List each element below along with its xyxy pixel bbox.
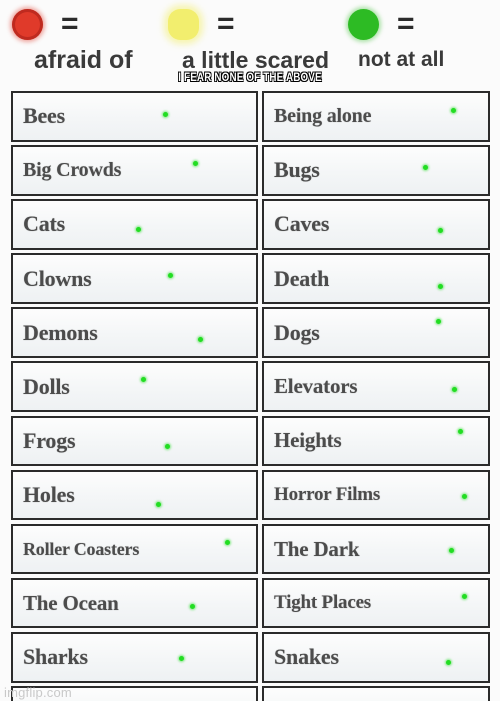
fear-label: Cats — [23, 211, 65, 237]
fear-row[interactable]: Horror Films — [262, 469, 490, 521]
answer-dot-green — [452, 387, 457, 393]
answer-dot-green — [136, 227, 141, 233]
fear-row[interactable]: The Ocean — [11, 577, 258, 629]
green-circle-icon — [348, 8, 379, 40]
fear-label: Elevators — [274, 374, 358, 399]
fear-label: Sharks — [23, 644, 88, 670]
answer-dot-green — [438, 228, 443, 234]
answer-dot-green — [423, 165, 428, 171]
fear-row[interactable]: Heights — [262, 415, 490, 467]
fear-label: Being alone — [274, 104, 372, 127]
answer-dot-green — [438, 284, 443, 290]
fear-label: Heights — [274, 428, 342, 453]
answer-dot-green — [190, 603, 195, 609]
fear-column-right: Being alone Bugs Caves Death Dogs Elevators He… — [262, 91, 490, 701]
answer-dot-green — [451, 108, 456, 113]
fear-label: The Dark — [274, 536, 360, 561]
fear-row[interactable]: Demons — [11, 307, 258, 358]
legend-item-a-little-scared: = a little scared — [160, 0, 340, 73]
fear-row[interactable]: Cats — [11, 199, 258, 250]
fear-row[interactable]: Holes — [11, 469, 258, 521]
meme-image: = afraid of = a little scared = not at a… — [0, 0, 500, 701]
fear-row[interactable]: The Dark — [262, 523, 490, 575]
answer-dot-green — [156, 501, 161, 507]
equals-sign: = — [217, 7, 235, 40]
answer-dot-green — [198, 337, 203, 343]
fear-row[interactable]: Roller Coasters — [11, 523, 258, 575]
fear-row[interactable]: Tight Places — [262, 577, 490, 629]
fear-label: Tight Places — [274, 592, 371, 614]
fear-label: Frogs — [23, 427, 76, 453]
legend-row: = — [4, 0, 174, 48]
legend-item-not-at-all: = not at all — [340, 0, 500, 71]
fear-column-left: Bees Big Crowds Cats Clowns Demons Dolls Frogs… — [11, 91, 258, 701]
answer-dot-green — [436, 319, 441, 325]
imgflip-watermark: imgflip.com — [4, 685, 72, 700]
answer-dot-green — [462, 493, 467, 499]
fear-label: Bees — [23, 103, 65, 129]
fear-label: Death — [274, 265, 330, 291]
fear-label: Clowns — [23, 265, 92, 291]
fear-row[interactable]: Stuffed Animals — [262, 686, 490, 701]
answer-dot-green — [179, 655, 184, 661]
fear-row[interactable]: Caves — [262, 199, 490, 250]
fear-label: The Ocean — [23, 590, 119, 615]
fear-row[interactable]: Bugs — [262, 145, 490, 196]
fear-label: Bugs — [274, 157, 320, 183]
yellow-circle-icon — [168, 8, 199, 40]
red-circle-icon — [12, 8, 43, 40]
fear-label: Holes — [23, 481, 75, 507]
legend-row: = — [160, 0, 340, 48]
fear-row[interactable]: Elevators — [262, 361, 490, 413]
fear-label: Demons — [23, 319, 98, 345]
answer-dot-green — [165, 443, 170, 449]
answer-dot-green — [225, 539, 230, 545]
fear-label: Caves — [274, 211, 330, 237]
fear-label: Dogs — [274, 319, 320, 345]
fear-row[interactable]: Frogs — [11, 415, 258, 467]
answer-dot-green — [449, 547, 454, 553]
answer-dot-green — [168, 273, 173, 279]
fear-row[interactable]: Clowns — [11, 253, 258, 304]
legend-item-afraid-of: = afraid of — [4, 0, 174, 74]
equals-sign: = — [397, 7, 415, 40]
fear-row[interactable]: Dogs — [262, 307, 490, 358]
fear-label: Dolls — [23, 373, 70, 399]
meme-caption: I FEAR NONE OF THE ABOVE — [178, 70, 322, 85]
legend-row: = — [340, 0, 500, 48]
fear-row[interactable]: Snakes — [262, 631, 490, 683]
fear-label: Horror Films — [274, 483, 381, 505]
answer-dot-green — [462, 593, 467, 599]
fear-row[interactable]: Death — [262, 253, 490, 304]
legend-label-not-at-all: not at all — [358, 48, 445, 71]
fear-row[interactable]: Dolls — [11, 361, 258, 413]
answer-dot-green — [458, 428, 463, 434]
fear-row[interactable]: Being alone — [262, 91, 490, 142]
fear-row[interactable]: Bees — [11, 91, 258, 142]
answer-dot-green — [193, 161, 198, 167]
fear-label: Roller Coasters — [23, 538, 140, 559]
fear-row[interactable]: Big Crowds — [11, 145, 258, 196]
fear-checklist-table: Bees Big Crowds Cats Clowns Demons Dolls Frogs… — [11, 91, 490, 701]
answer-dot-green — [141, 377, 146, 383]
fear-label: Big Crowds — [23, 158, 122, 181]
fear-row[interactable]: Sharks — [11, 631, 258, 683]
answer-dot-green — [163, 112, 168, 117]
answer-dot-green — [446, 659, 451, 665]
fear-label: Snakes — [274, 644, 339, 670]
equals-sign: = — [61, 7, 79, 40]
